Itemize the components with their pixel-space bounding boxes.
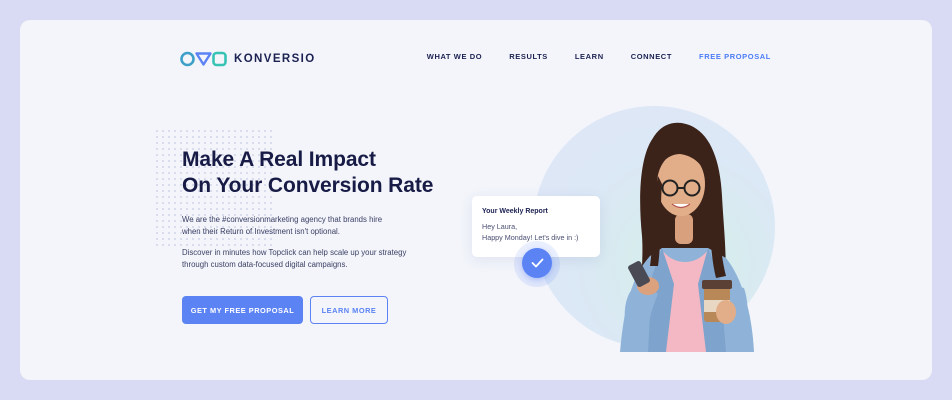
page-card: KONVERSIO WHAT WE DO RESULTS LEARN CONNE… <box>20 20 932 380</box>
hero-paragraph-1: We are the #conversionmarketing agency t… <box>182 215 383 236</box>
learn-more-button[interactable]: LEARN MORE <box>310 296 388 324</box>
main-nav: WHAT WE DO RESULTS LEARN CONNECT FREE PR… <box>427 52 771 61</box>
check-badge[interactable] <box>522 248 552 278</box>
woman-with-phone-illustration <box>620 122 754 352</box>
nav-what-we-do[interactable]: WHAT WE DO <box>427 52 482 61</box>
check-icon <box>531 258 543 268</box>
report-message: Happy Monday! Let's dive in :) <box>482 233 579 242</box>
nav-connect[interactable]: CONNECT <box>631 52 672 61</box>
report-greeting: Hey Laura, <box>482 222 518 231</box>
nav-learn[interactable]: LEARN <box>575 52 604 61</box>
konversio-logo-icon <box>180 51 227 67</box>
nav-free-proposal[interactable]: FREE PROPOSAL <box>699 52 771 61</box>
headline-line-2: On Your Conversion Rate <box>182 174 434 197</box>
hero-headline: Make A Real Impact On Your Conversion Ra… <box>182 147 433 199</box>
report-title: Your Weekly Report <box>482 208 548 215</box>
brand-logo[interactable]: KONVERSIO <box>180 50 316 68</box>
get-free-proposal-button[interactable]: GET MY FREE PROPOSAL <box>182 296 303 324</box>
hero-paragraph-2: Discover in minutes how Topclick can hel… <box>182 248 407 269</box>
headline-line-1: Make A Real Impact <box>182 148 376 171</box>
brand-name: KONVERSIO <box>234 53 316 65</box>
nav-results[interactable]: RESULTS <box>509 52 548 61</box>
